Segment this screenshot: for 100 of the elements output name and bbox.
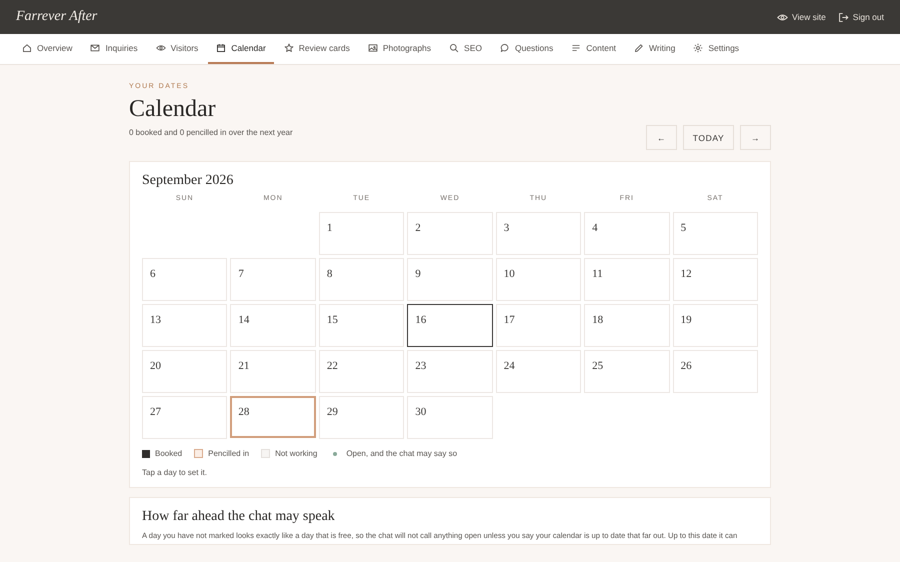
day-cell[interactable]: 22 (318, 350, 404, 393)
day-number: 13 (150, 314, 161, 326)
nav-tab[interactable]: Review cards (276, 34, 358, 64)
eye-icon (776, 12, 788, 22)
day-cell[interactable]: 14 (230, 304, 316, 347)
day-number: 29 (326, 406, 338, 418)
day-cell[interactable]: 15 (318, 304, 404, 347)
day-cell[interactable]: 29 (318, 396, 404, 439)
nav-tab[interactable]: Visitors (148, 34, 206, 64)
legend-swatch (142, 450, 150, 458)
calendar-icon (216, 43, 226, 53)
day-number: 11 (592, 268, 603, 280)
day-cell[interactable]: 9 (407, 258, 493, 301)
speech-bubble-icon (500, 43, 510, 53)
day-cell[interactable]: 2 (407, 212, 493, 255)
day-number: 18 (592, 314, 604, 326)
nav-tab[interactable]: Content (563, 34, 624, 64)
nav-tab[interactable]: Writing (626, 34, 684, 64)
day-cell[interactable]: 12 (672, 258, 758, 301)
day-number: 4 (592, 222, 598, 234)
header-link[interactable]: Sign out (838, 12, 884, 22)
day-number: 25 (592, 360, 604, 372)
day-number: 23 (415, 360, 426, 372)
nav-tab[interactable]: SEO (441, 34, 490, 64)
envelope-icon (90, 43, 100, 53)
day-number: 5 (680, 222, 686, 234)
pencil-icon (634, 43, 644, 53)
day-number: 10 (504, 268, 515, 280)
nav-tab[interactable]: Inquiries (82, 34, 146, 64)
day-number: 9 (415, 268, 421, 280)
nav-tab[interactable]: Overview (14, 34, 80, 64)
day-cell[interactable]: 8 (318, 258, 404, 301)
page-title: Calendar (129, 96, 217, 123)
day-number: 28 (238, 406, 250, 418)
sign-out-icon (838, 12, 849, 22)
hint-text: Tap a day to set it. (142, 468, 208, 477)
header-link[interactable]: View site (776, 12, 826, 22)
day-number: 27 (150, 406, 161, 418)
eye-icon (156, 43, 166, 53)
day-cell[interactable]: 1 (318, 212, 404, 255)
day-cell[interactable]: 4 (584, 212, 670, 255)
day-cell[interactable]: 28 (230, 396, 316, 438)
day-number: 21 (238, 360, 250, 372)
previous-month-button[interactable]: ← (646, 125, 677, 150)
brand-logo[interactable]: Farrever After (16, 9, 98, 25)
next-month-button[interactable]: → (740, 125, 771, 150)
day-number: 19 (680, 314, 692, 326)
booking-summary: 0 booked and 0 pencilled in over the next year (129, 128, 293, 137)
day-cell[interactable]: 7 (230, 258, 316, 301)
text-lines-icon (571, 43, 582, 53)
day-cell[interactable]: 11 (584, 258, 670, 301)
home-icon (22, 43, 32, 53)
day-number: 16 (415, 314, 426, 326)
day-number: 3 (504, 222, 510, 234)
nav-tab[interactable]: Photographs (360, 34, 440, 64)
legend-swatch (261, 449, 270, 458)
day-cell[interactable]: 17 (496, 304, 582, 347)
star-icon (284, 43, 294, 53)
legend-label: Booked (155, 449, 182, 458)
day-cell[interactable]: 5 (672, 212, 758, 255)
section-title: How far ahead the chat may speak (142, 509, 336, 525)
day-cell[interactable]: 18 (584, 304, 670, 347)
day-number: 15 (326, 314, 338, 326)
day-cell[interactable]: 3 (496, 212, 582, 255)
legend-label: Not working (275, 449, 318, 458)
search-icon (449, 43, 460, 53)
day-number: 20 (150, 360, 161, 372)
sun-icon (693, 43, 704, 53)
day-cell[interactable]: 25 (584, 350, 670, 393)
day-cell[interactable]: 23 (407, 350, 493, 393)
day-cell[interactable]: 30 (407, 396, 493, 439)
day-cell[interactable]: 19 (672, 304, 758, 347)
day-cell[interactable]: 21 (230, 350, 316, 393)
day-number: 12 (680, 268, 692, 280)
day-cell[interactable]: 20 (142, 350, 228, 393)
day-number: 2 (415, 222, 421, 234)
day-number: 7 (238, 268, 244, 280)
legend-dot (333, 452, 338, 456)
day-cell[interactable]: 13 (142, 304, 228, 347)
day-cell[interactable]: 16 (407, 304, 493, 347)
day-number: 24 (504, 360, 515, 372)
today-button[interactable]: TODAY (683, 125, 734, 150)
day-cell[interactable]: 26 (672, 350, 758, 393)
nav-tab[interactable]: Questions (492, 34, 562, 64)
legend-swatch (194, 449, 204, 458)
day-cell[interactable]: 10 (496, 258, 582, 301)
day-number: 17 (504, 314, 515, 326)
legend-label: Open, and the chat may say so (346, 449, 458, 458)
day-cell[interactable]: 24 (496, 350, 582, 393)
day-number: 26 (680, 360, 692, 372)
day-cell[interactable]: 6 (142, 258, 228, 301)
image-icon (368, 43, 378, 53)
day-number: 8 (326, 268, 332, 280)
day-number: 30 (415, 406, 426, 418)
day-number: 14 (238, 314, 250, 326)
nav-tab[interactable]: Calendar (208, 34, 274, 64)
day-number: 22 (326, 360, 338, 372)
nav-tab[interactable]: Settings (685, 34, 748, 64)
day-number: 1 (326, 222, 332, 234)
day-cell[interactable]: 27 (142, 396, 228, 439)
